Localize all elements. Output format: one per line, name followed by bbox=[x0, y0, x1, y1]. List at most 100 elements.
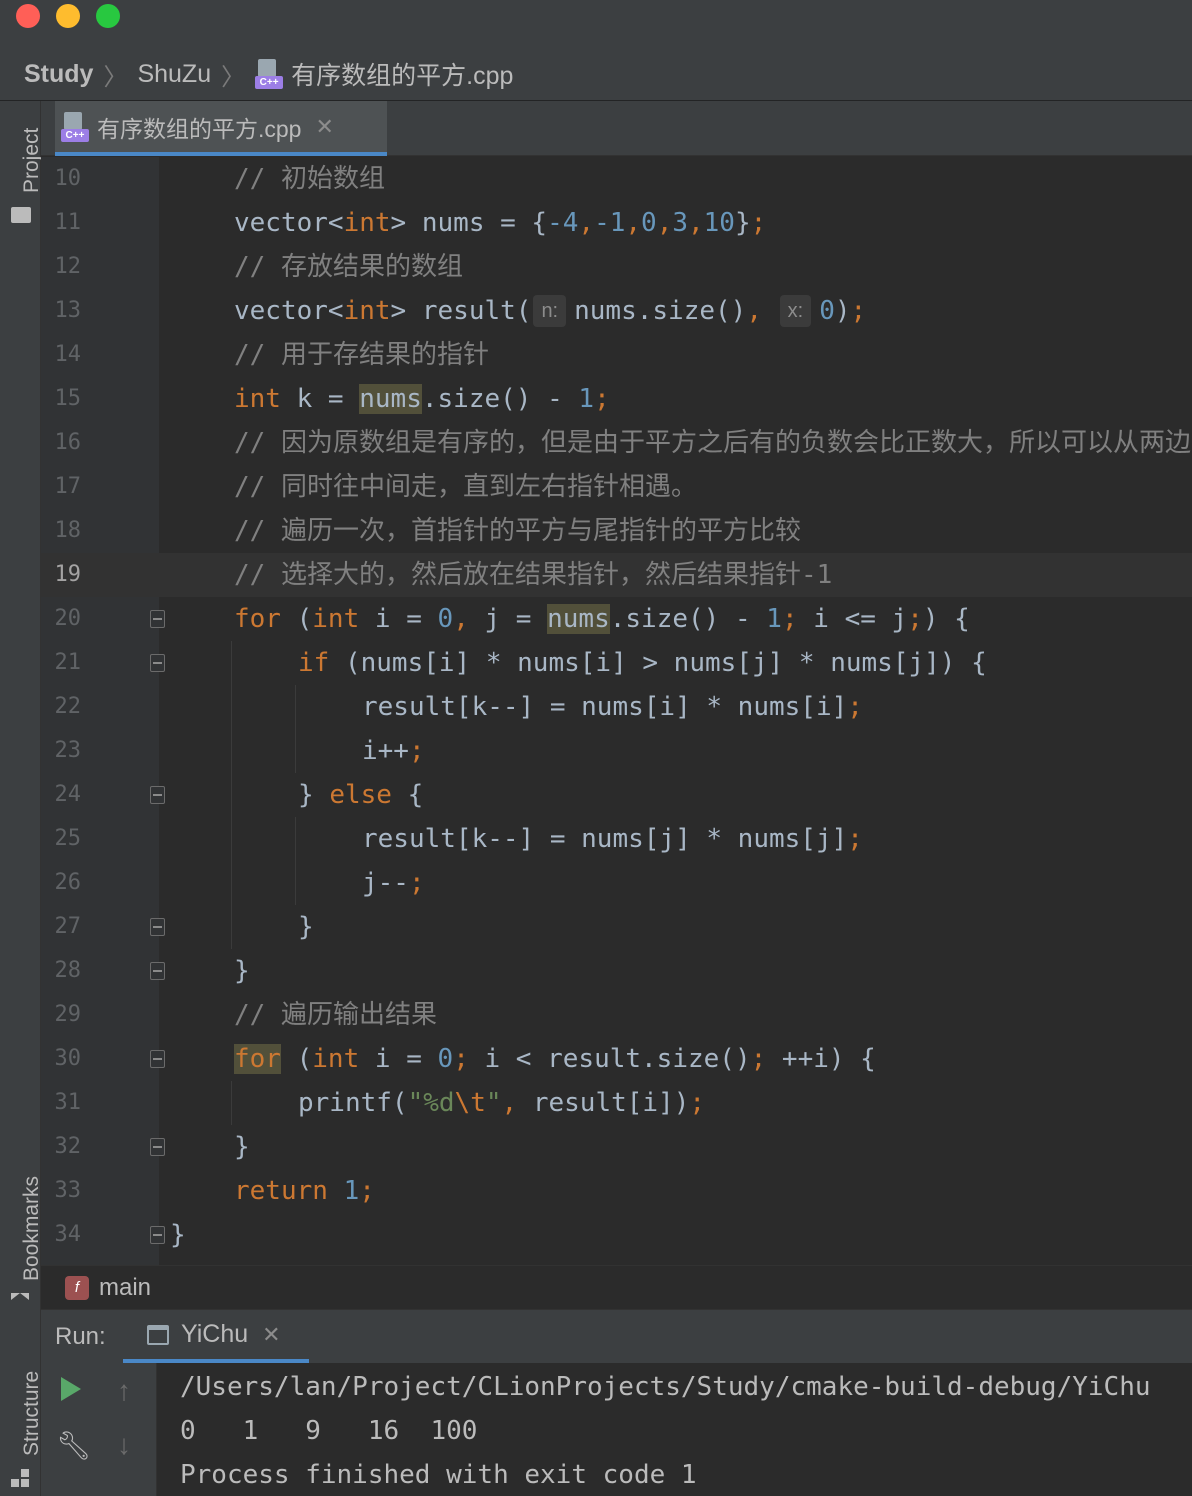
wrench-icon[interactable]: 🔧︎ bbox=[56, 1429, 92, 1462]
line-number: 22 bbox=[54, 694, 82, 719]
line-number: 33 bbox=[54, 1178, 82, 1203]
code-line: 34 } bbox=[41, 1213, 1192, 1257]
code-text: printf("%d\t", result[i]); bbox=[298, 1088, 706, 1118]
code-text: } bbox=[170, 1220, 186, 1250]
code-text: result[k--] = nums[j] * nums[j]; bbox=[362, 824, 863, 854]
chevron-right-icon: 〉 bbox=[103, 63, 128, 91]
code-text: // 选择大的，然后放在结果指针，然后结果指针-1 bbox=[234, 560, 833, 590]
code-editor[interactable]: 10 // 初始数组 11 vector<int> nums = {-4,-1,… bbox=[41, 157, 1192, 1265]
function-name: main bbox=[99, 1273, 152, 1301]
code-line: 24 } else { bbox=[41, 773, 1192, 817]
close-icon[interactable]: ✕ bbox=[315, 114, 333, 140]
console-line: 0 1 9 16 100 bbox=[180, 1416, 478, 1446]
line-number: 19 bbox=[54, 562, 82, 587]
console-window-icon bbox=[147, 1324, 169, 1345]
line-number: 18 bbox=[54, 518, 82, 543]
parameter-hint: n: bbox=[533, 295, 567, 327]
code-line: 32 } bbox=[41, 1125, 1192, 1169]
code-line: 16 // 因为原数组是有序的，但是由于平方之后有的负数会比正数大，所以可以从两… bbox=[41, 421, 1192, 465]
code-line: 30 for (int i = 0; i < result.size(); ++… bbox=[41, 1037, 1192, 1081]
run-side-toolbar: ↑ 🔧︎ ↓ bbox=[41, 1363, 157, 1496]
editor-tab-label: 有序数组的平方.cpp bbox=[97, 115, 302, 142]
left-tool-strip: Project Bookmarks Structure bbox=[0, 101, 43, 1496]
code-text: for (int i = 0, j = nums.size() - 1; i <… bbox=[234, 604, 970, 634]
code-text: } bbox=[298, 912, 314, 942]
breadcrumb-file[interactable]: 有序数组的平方.cpp bbox=[291, 56, 513, 92]
line-number: 23 bbox=[54, 738, 82, 763]
code-line: 27 } bbox=[41, 905, 1192, 949]
function-breadcrumb[interactable]: f main bbox=[41, 1265, 1192, 1309]
line-number: 31 bbox=[54, 1090, 82, 1115]
code-line: 29 // 遍历输出结果 bbox=[41, 993, 1192, 1037]
fold-icon[interactable] bbox=[150, 786, 165, 804]
code-line: 28 } bbox=[41, 949, 1192, 993]
breadcrumb: Study 〉 ShuZu 〉 C++ 有序数组的平方.cpp bbox=[24, 56, 513, 92]
run-config-name: YiChu bbox=[181, 1320, 249, 1348]
code-text: // 遍历一次，首指针的平方与尾指针的平方比较 bbox=[234, 516, 801, 546]
code-text: return 1; bbox=[234, 1176, 375, 1206]
arrow-down-icon[interactable]: ↓ bbox=[117, 1429, 131, 1461]
console-output[interactable]: /Users/lan/Project/CLionProjects/Study/c… bbox=[180, 1365, 1151, 1496]
code-line-current: 19 // 选择大的，然后放在结果指针，然后结果指针-1 bbox=[41, 553, 1192, 597]
code-line: 23 i++; bbox=[41, 729, 1192, 773]
close-icon[interactable]: ✕ bbox=[262, 1322, 280, 1348]
line-number: 34 bbox=[54, 1222, 82, 1247]
code-text: // 初始数组 bbox=[234, 164, 385, 194]
code-line: 22 result[k--] = nums[i] * nums[i]; bbox=[41, 685, 1192, 729]
line-number: 11 bbox=[54, 210, 82, 235]
line-number: 14 bbox=[54, 342, 82, 367]
code-text: } else { bbox=[298, 780, 424, 810]
code-text: // 因为原数组是有序的，但是由于平方之后有的负数会比正数大，所以可以从两边 bbox=[234, 428, 1191, 458]
rerun-play-icon[interactable] bbox=[61, 1377, 81, 1401]
close-window-button[interactable] bbox=[16, 4, 40, 28]
console-line: Process finished with exit code 1 bbox=[180, 1460, 697, 1490]
fold-icon[interactable] bbox=[150, 610, 165, 628]
code-line: 13 vector<int> result(n: nums.size(), x: 0… bbox=[41, 289, 1192, 333]
line-number: 10 bbox=[54, 166, 82, 191]
line-number: 26 bbox=[54, 870, 82, 895]
fold-icon[interactable] bbox=[150, 1050, 165, 1068]
console-line: /Users/lan/Project/CLionProjects/Study/c… bbox=[180, 1372, 1151, 1402]
code-text: // 遍历输出结果 bbox=[234, 1000, 437, 1030]
folder-icon[interactable] bbox=[11, 207, 31, 223]
code-text: j--; bbox=[362, 868, 425, 898]
minimize-window-button[interactable] bbox=[56, 4, 80, 28]
run-config-tab[interactable]: YiChu ✕ bbox=[123, 1310, 309, 1364]
code-line: 33 return 1; bbox=[41, 1169, 1192, 1213]
code-line: 10 // 初始数组 bbox=[41, 157, 1192, 201]
bookmark-icon[interactable] bbox=[11, 1293, 29, 1300]
code-text: } bbox=[234, 956, 250, 986]
cpp-file-icon: C++ bbox=[61, 111, 89, 142]
arrow-up-icon[interactable]: ↑ bbox=[117, 1375, 131, 1407]
line-number: 16 bbox=[54, 430, 82, 455]
code-line: 17 // 同时往中间走，直到左右指针相遇。 bbox=[41, 465, 1192, 509]
zoom-window-button[interactable] bbox=[96, 4, 120, 28]
code-line: 14 // 用于存结果的指针 bbox=[41, 333, 1192, 377]
function-icon: f bbox=[65, 1275, 89, 1300]
editor-tab[interactable]: C++ 有序数组的平方.cpp ✕ bbox=[55, 101, 387, 156]
code-text: vector<int> nums = {-4,-1,0,3,10}; bbox=[234, 208, 767, 238]
code-line: 12 // 存放结果的数组 bbox=[41, 245, 1192, 289]
code-line: 26 j--; bbox=[41, 861, 1192, 905]
structure-icon[interactable] bbox=[11, 1469, 31, 1487]
line-number: 28 bbox=[54, 958, 82, 983]
code-text: int k = nums.size() - 1; bbox=[234, 384, 610, 414]
code-line: 21 if (nums[i] * nums[i] > nums[j] * num… bbox=[41, 641, 1192, 685]
fold-icon[interactable] bbox=[150, 962, 165, 980]
cpp-file-icon: C++ bbox=[255, 59, 284, 89]
fold-icon[interactable] bbox=[150, 1138, 165, 1156]
code-text: result[k--] = nums[i] * nums[i]; bbox=[362, 692, 863, 722]
breadcrumb-folder[interactable]: ShuZu bbox=[137, 60, 211, 89]
code-text: // 用于存结果的指针 bbox=[234, 340, 489, 370]
line-number: 30 bbox=[54, 1046, 82, 1071]
fold-icon[interactable] bbox=[150, 918, 165, 936]
breadcrumb-project[interactable]: Study bbox=[24, 60, 93, 89]
line-number: 12 bbox=[54, 254, 82, 279]
run-label: Run: bbox=[55, 1323, 106, 1350]
code-text: i++; bbox=[362, 736, 425, 766]
fold-icon[interactable] bbox=[150, 1226, 165, 1244]
line-number: 24 bbox=[54, 782, 82, 807]
line-number: 17 bbox=[54, 474, 82, 499]
fold-icon[interactable] bbox=[150, 654, 165, 672]
parameter-hint: x: bbox=[779, 295, 812, 327]
